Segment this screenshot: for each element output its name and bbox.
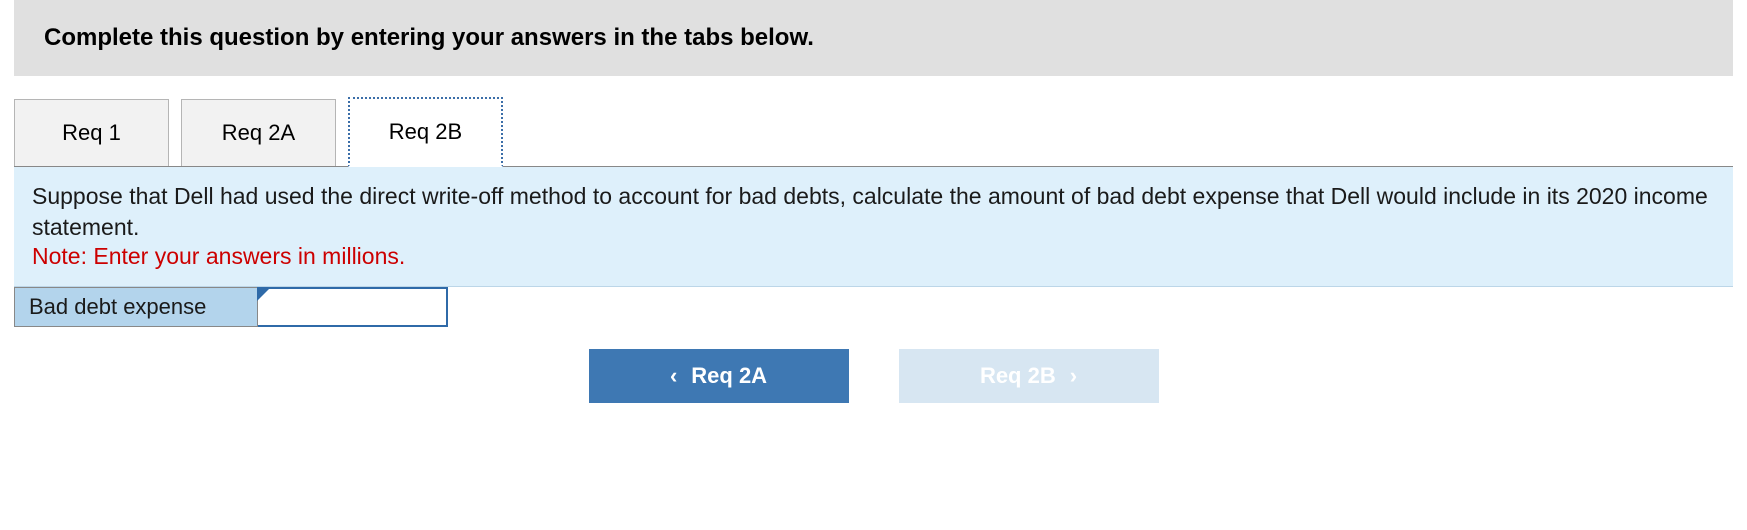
chevron-left-icon: ‹ [670,363,677,389]
answer-label: Bad debt expense [14,287,258,327]
nav-row: ‹ Req 2A Req 2B › [14,349,1733,403]
prev-button[interactable]: ‹ Req 2A [589,349,849,403]
next-button-label: Req 2B [980,363,1056,389]
content-panel: Suppose that Dell had used the direct wr… [14,167,1733,287]
question-note: Note: Enter your answers in millions. [32,243,1715,270]
answer-input[interactable] [258,287,448,327]
tab-label: Req 2A [222,120,295,145]
prev-button-label: Req 2A [691,363,767,389]
question-body: Suppose that Dell had used the direct wr… [32,181,1715,243]
answer-row: Bad debt expense [14,287,1733,327]
tabs-row: Req 1 Req 2A Req 2B [14,96,1733,167]
next-button[interactable]: Req 2B › [899,349,1159,403]
instruction-bar: Complete this question by entering your … [14,0,1733,76]
tab-label: Req 1 [62,120,121,145]
tab-req-1[interactable]: Req 1 [14,99,169,166]
question-container: Complete this question by entering your … [0,0,1747,403]
tab-req-2a[interactable]: Req 2A [181,99,336,166]
tab-req-2b[interactable]: Req 2B [348,97,503,167]
instruction-text: Complete this question by entering your … [44,24,814,51]
tab-label: Req 2B [389,119,462,144]
chevron-right-icon: › [1070,363,1077,389]
